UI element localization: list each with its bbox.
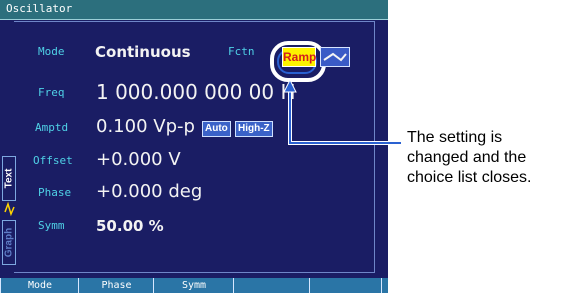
- callout-text: The setting is changed and the choice li…: [407, 129, 532, 186]
